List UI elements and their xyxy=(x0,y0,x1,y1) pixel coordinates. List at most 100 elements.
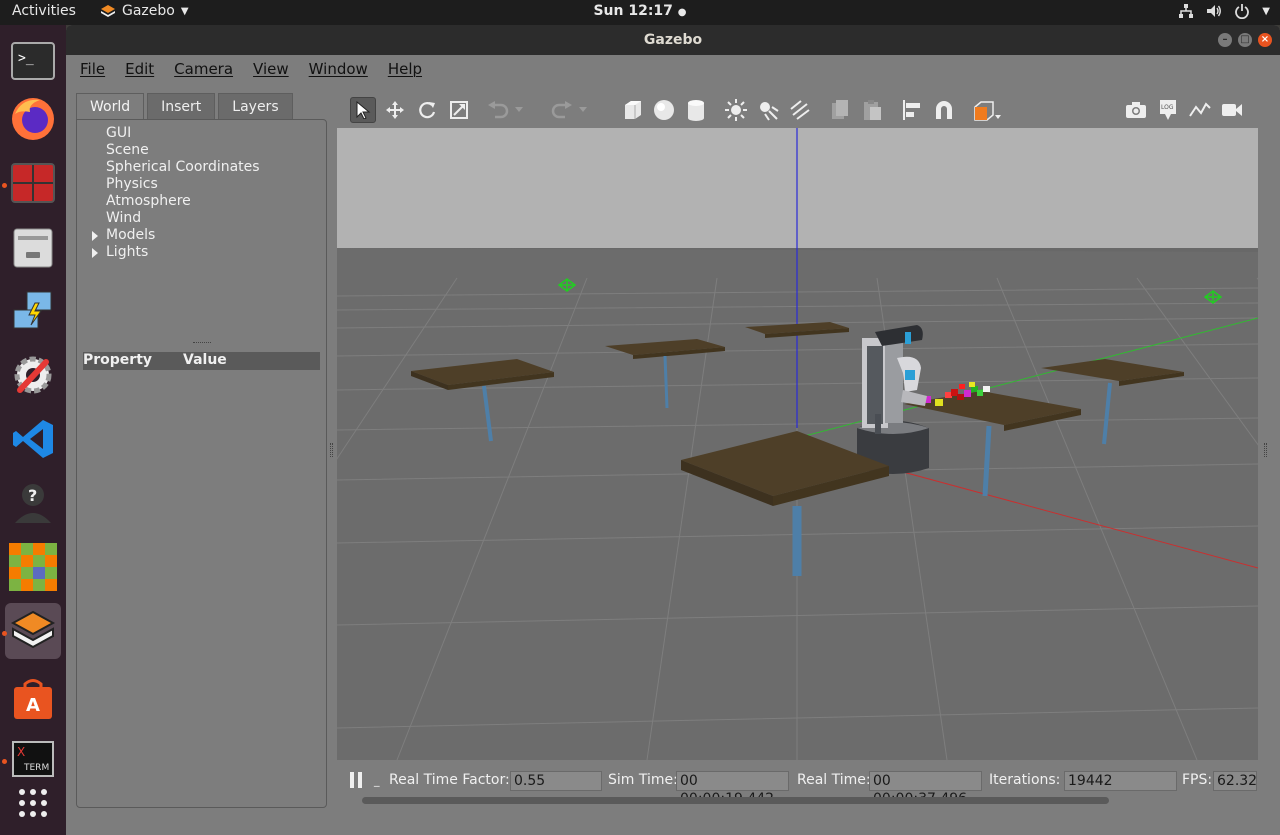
video-record-button[interactable] xyxy=(1219,97,1245,123)
network-icon xyxy=(1179,4,1194,18)
insert-cylinder-button[interactable] xyxy=(683,97,709,123)
align-button[interactable] xyxy=(899,97,925,123)
world-tree-panel: GUI Scene Spherical Coordinates Physics … xyxy=(76,119,327,808)
horizontal-scrollbar[interactable] xyxy=(362,797,1109,804)
firefox-launcher[interactable] xyxy=(5,91,61,147)
maximize-button[interactable]: □ xyxy=(1238,33,1252,47)
network-connection-icon xyxy=(13,291,52,329)
volume-icon xyxy=(1207,5,1222,17)
insert-spot-light-button[interactable] xyxy=(755,97,781,123)
settings-launcher[interactable] xyxy=(5,347,61,403)
tree-item-atmosphere[interactable]: Atmosphere xyxy=(106,193,191,209)
insert-directional-light-button[interactable] xyxy=(787,97,813,123)
terminator-launcher[interactable] xyxy=(5,155,61,211)
show-applications-button[interactable] xyxy=(5,775,61,831)
notification-dot-icon: ● xyxy=(677,7,687,18)
rtf-value: 0.55 xyxy=(510,771,602,791)
left-splitter-handle[interactable] xyxy=(330,443,333,457)
tab-layers[interactable]: Layers xyxy=(218,93,293,119)
screenshot-button[interactable] xyxy=(1123,97,1149,123)
insert-sphere-button[interactable] xyxy=(651,97,677,123)
remote-desktop-launcher[interactable] xyxy=(5,283,61,339)
gear-wrench-icon xyxy=(14,356,52,394)
real-time-value: 00 00:00:37.496 xyxy=(869,771,982,807)
menu-help[interactable]: Help xyxy=(382,55,428,83)
log-button[interactable]: LOG xyxy=(1155,97,1181,123)
menu-edit[interactable]: Edit xyxy=(119,55,160,83)
expand-arrow-icon[interactable] xyxy=(92,231,98,241)
select-mode-button[interactable] xyxy=(350,97,376,123)
tree-item-scene[interactable]: Scene xyxy=(106,142,149,158)
expand-arrow-icon[interactable] xyxy=(92,248,98,258)
terminal-launcher[interactable]: >_ xyxy=(5,33,61,89)
close-button[interactable]: × xyxy=(1258,33,1272,47)
menu-camera[interactable]: Camera xyxy=(168,55,239,83)
directional-light-icon xyxy=(790,100,810,120)
status-bar: _ Real Time Factor: 0.55 Sim Time: 00 00… xyxy=(337,760,1258,807)
undo-dropdown-icon xyxy=(515,107,523,112)
svg-text:?: ? xyxy=(28,486,37,505)
right-splitter-handle[interactable] xyxy=(1264,443,1267,457)
paste-button[interactable] xyxy=(859,97,885,123)
translate-mode-button[interactable] xyxy=(382,97,408,123)
gazebo-icon xyxy=(10,610,56,649)
snap-button[interactable] xyxy=(931,97,957,123)
menu-file[interactable]: File xyxy=(74,55,111,83)
splitter-handle[interactable] xyxy=(193,342,211,343)
insert-point-light-button[interactable] xyxy=(723,97,749,123)
software-launcher[interactable]: A xyxy=(5,671,61,727)
sim-time-value: 00 00:00:19.442 xyxy=(676,771,789,807)
menu-window[interactable]: Window xyxy=(303,55,374,83)
svg-text:A: A xyxy=(26,695,40,716)
sphere-icon xyxy=(654,100,674,120)
game-launcher[interactable] xyxy=(5,539,61,595)
tab-world[interactable]: World xyxy=(76,93,145,119)
tree-item-models[interactable]: Models xyxy=(92,227,156,243)
undo-history-button[interactable] xyxy=(513,97,525,123)
running-indicator xyxy=(2,631,7,636)
shopping-bag-icon: A xyxy=(14,679,52,719)
tree-item-physics[interactable]: Physics xyxy=(106,176,158,192)
redo-button[interactable] xyxy=(549,97,575,123)
iterations-label: Iterations: xyxy=(989,772,1061,788)
xterm-icon: X TERM xyxy=(12,741,54,777)
help-launcher[interactable]: ? xyxy=(5,475,61,531)
terminator-icon xyxy=(11,163,55,203)
3d-viewport[interactable] xyxy=(337,128,1258,760)
plot-button[interactable] xyxy=(1187,97,1213,123)
tree-item-wind[interactable]: Wind xyxy=(106,210,141,226)
gazebo-window: Gazebo – □ × File Edit Camera View Windo… xyxy=(66,25,1280,835)
vscode-launcher[interactable] xyxy=(5,411,61,467)
tree-item-spherical-coordinates[interactable]: Spherical Coordinates xyxy=(106,159,260,175)
copy-button[interactable] xyxy=(827,97,853,123)
dock: >_ ? A X TERM xyxy=(0,25,66,835)
gazebo-launcher[interactable] xyxy=(5,603,61,659)
rotate-mode-button[interactable] xyxy=(414,97,440,123)
window-titlebar[interactable]: Gazebo – □ × xyxy=(66,25,1280,55)
property-column-header: Property xyxy=(83,352,153,368)
menu-bar: File Edit Camera View Window Help xyxy=(66,55,1280,83)
property-table-header: Property Value xyxy=(83,352,320,370)
sim-time-label: Sim Time: xyxy=(608,772,678,788)
scale-mode-button[interactable] xyxy=(446,97,472,123)
view-angle-button[interactable] xyxy=(971,97,1005,123)
files-launcher[interactable] xyxy=(5,219,61,275)
plot-icon xyxy=(1189,102,1211,117)
tree-item-models-label: Models xyxy=(106,227,156,243)
system-tray[interactable]: ▼ xyxy=(1178,3,1270,19)
tab-insert[interactable]: Insert xyxy=(147,93,216,119)
copy-icon xyxy=(832,100,848,119)
pause-button[interactable] xyxy=(349,772,363,788)
menu-view[interactable]: View xyxy=(247,55,295,83)
redo-history-button[interactable] xyxy=(577,97,589,123)
insert-box-button[interactable] xyxy=(619,97,645,123)
clock[interactable]: Sun 12:17 ● xyxy=(0,3,1280,19)
tree-item-gui[interactable]: GUI xyxy=(106,125,131,141)
tree-item-lights[interactable]: Lights xyxy=(92,244,148,260)
undo-button[interactable] xyxy=(485,97,511,123)
log-icon: LOG xyxy=(1160,100,1176,120)
vscode-icon xyxy=(13,420,53,458)
step-button[interactable]: _ xyxy=(374,774,380,787)
translate-icon xyxy=(386,101,404,119)
minimize-button[interactable]: – xyxy=(1218,33,1232,47)
